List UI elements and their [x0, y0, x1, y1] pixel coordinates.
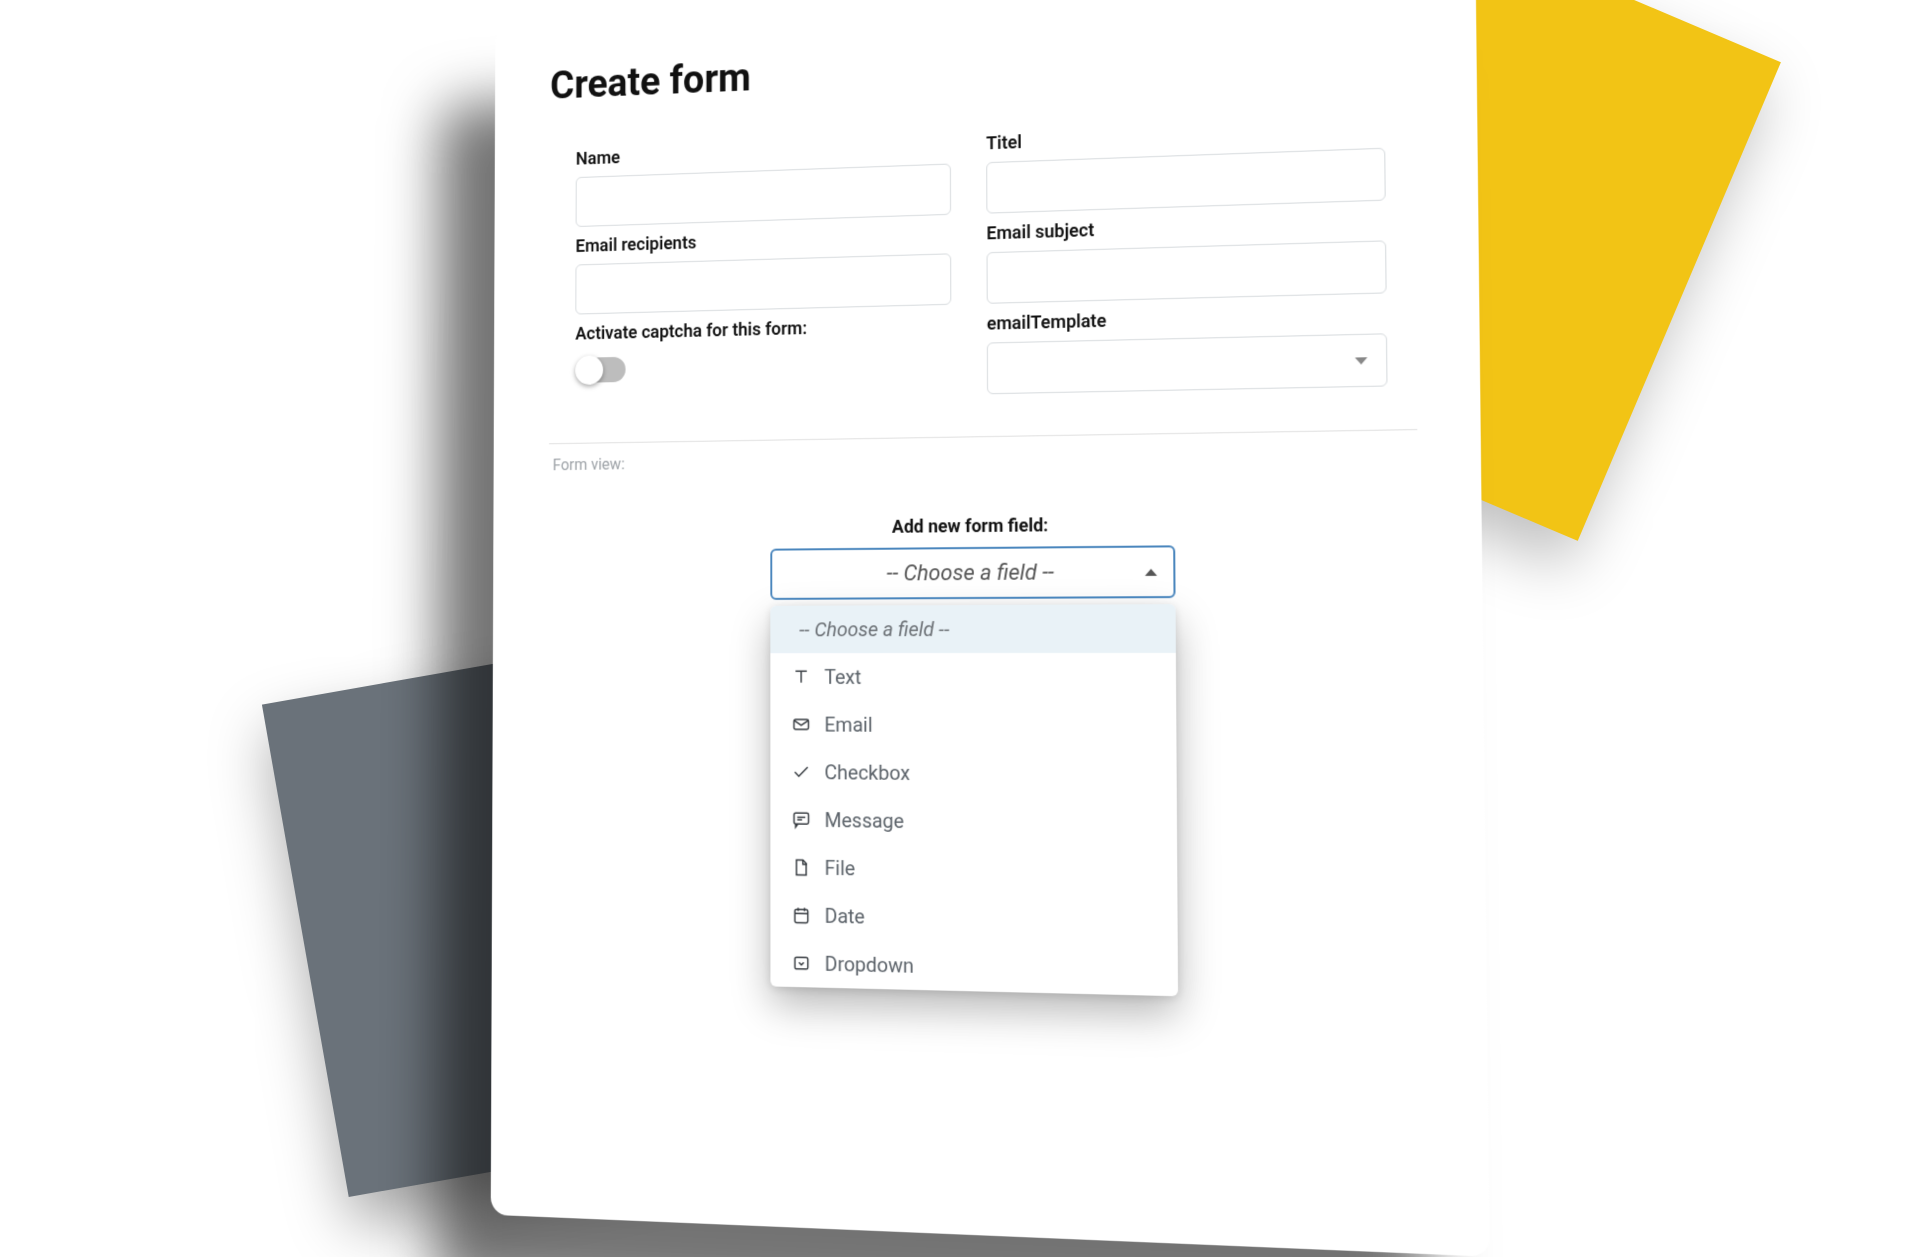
dropdown-item-checkbox[interactable]: Checkbox — [770, 748, 1176, 800]
dropdown-item-email[interactable]: Email — [770, 701, 1176, 751]
dropdown-item-message[interactable]: Message — [770, 796, 1177, 849]
form-view-label: Form view: — [549, 442, 1418, 474]
titel-input[interactable] — [986, 148, 1386, 214]
calendar-icon — [792, 905, 811, 925]
name-field-group: Name — [576, 135, 951, 227]
dropdown-placeholder-item[interactable]: -- Choose a field -- — [770, 604, 1176, 653]
text-icon — [792, 667, 811, 687]
dropdown-item-date[interactable]: Date — [770, 891, 1177, 947]
captcha-toggle[interactable] — [577, 357, 626, 383]
dropdown-item-label: Dropdown — [825, 952, 914, 978]
check-icon — [792, 762, 811, 782]
mail-icon — [792, 714, 811, 734]
email-template-field-group: emailTemplate — [987, 304, 1388, 395]
titel-field-group: Titel — [986, 118, 1386, 213]
email-recipients-input[interactable] — [575, 253, 951, 314]
add-field-label: Add new form field: — [892, 515, 1048, 537]
email-subject-input[interactable] — [987, 240, 1387, 303]
dropdown-item-file[interactable]: File — [770, 843, 1177, 898]
message-icon — [792, 810, 811, 830]
email-subject-label: Email subject — [986, 211, 1386, 245]
dropdown-item-label: Text — [824, 665, 861, 689]
email-template-label: emailTemplate — [987, 304, 1387, 335]
captcha-field-group: Activate captcha for this form: — [575, 315, 951, 406]
chevron-down-icon — [1355, 357, 1368, 364]
toggle-knob — [575, 355, 603, 385]
choose-field-select[interactable]: -- Choose a field -- — [770, 545, 1175, 600]
captcha-label: Activate captcha for this form: — [575, 315, 951, 345]
chevron-up-icon — [1145, 568, 1157, 575]
dropdown-item-label: File — [825, 856, 856, 880]
dropdown-item-dropdown[interactable]: Dropdown — [770, 939, 1178, 997]
name-label: Name — [576, 135, 951, 170]
file-icon — [792, 857, 811, 877]
dropdown-icon — [792, 953, 811, 973]
email-recipients-field-group: Email recipients — [575, 225, 951, 315]
dropdown-item-text[interactable]: Text — [770, 653, 1176, 702]
choose-field-dropdown: -- Choose a field -- Text Email — [770, 604, 1178, 996]
dropdown-item-label: Email — [824, 713, 872, 737]
email-template-select[interactable] — [987, 333, 1388, 394]
email-recipients-label: Email recipients — [576, 225, 952, 257]
create-form-card: Create form Name Titel Email recipients … — [491, 0, 1490, 1257]
name-input[interactable] — [576, 163, 951, 227]
page-title: Create form — [550, 25, 1414, 109]
dropdown-item-label: Date — [825, 904, 865, 929]
dropdown-item-label: Message — [825, 808, 905, 833]
email-subject-field-group: Email subject — [986, 211, 1386, 304]
dropdown-placeholder-text: -- Choose a field -- — [799, 617, 949, 641]
choose-field-placeholder: -- Choose a field -- — [887, 560, 1054, 586]
dropdown-item-label: Checkbox — [824, 760, 910, 785]
